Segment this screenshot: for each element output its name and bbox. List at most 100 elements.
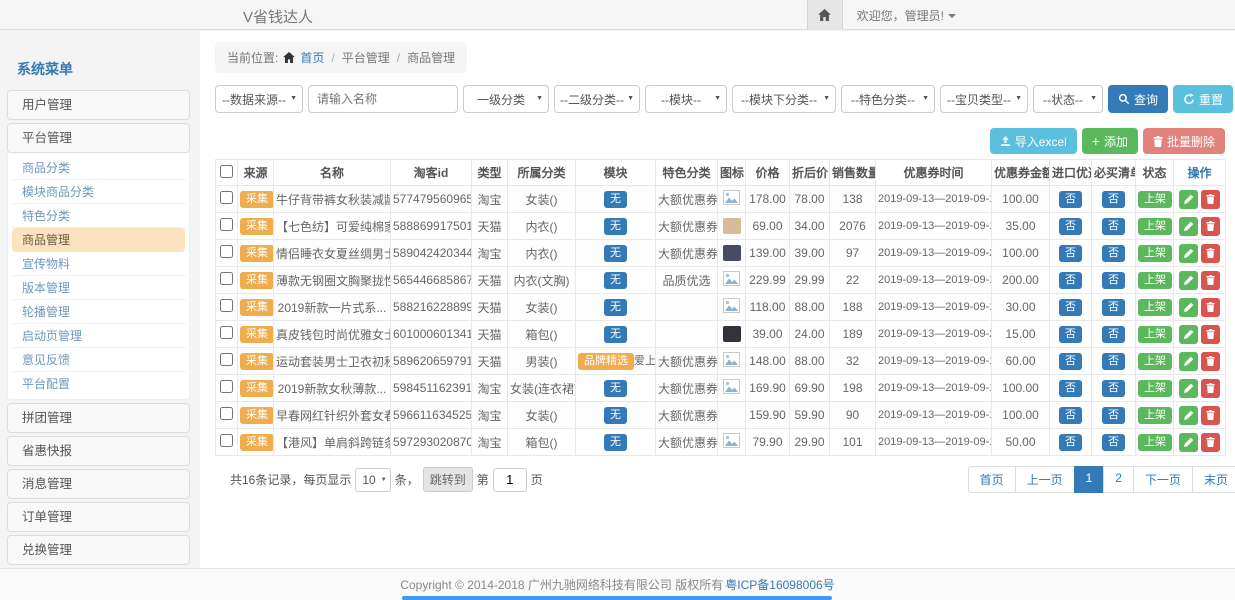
module-badge[interactable]: 无 (604, 191, 627, 208)
per-page-select[interactable]: 10▼ (355, 468, 390, 492)
delete-button[interactable] (1201, 379, 1220, 398)
must-buy-toggle[interactable]: 否 (1102, 407, 1125, 424)
module-badge[interactable]: 无 (604, 218, 627, 235)
page-button-2[interactable]: 2 (1103, 466, 1134, 493)
row-checkbox[interactable] (220, 326, 233, 339)
module-badge[interactable]: 无 (604, 326, 627, 343)
row-checkbox[interactable] (220, 380, 233, 393)
add-button[interactable]: + 添加 (1082, 128, 1138, 154)
edit-button[interactable] (1179, 406, 1198, 425)
data-source-select[interactable]: --数据来源--▼ (215, 85, 303, 113)
sidebar-group-消息管理[interactable]: 消息管理 (7, 469, 190, 499)
must-buy-toggle[interactable]: 否 (1102, 353, 1125, 370)
row-checkbox[interactable] (220, 245, 233, 258)
status-button[interactable]: 上架 (1138, 353, 1172, 370)
row-checkbox[interactable] (220, 299, 233, 312)
filter-select-2[interactable]: --二级分类--▼ (554, 85, 640, 113)
sidebar-item-启动页管理[interactable]: 启动页管理 (12, 324, 185, 348)
page-button-末页[interactable]: 末页 (1192, 466, 1235, 493)
edit-button[interactable] (1179, 271, 1198, 290)
filter-select-3[interactable]: --模块--▼ (645, 85, 727, 113)
import-select-toggle[interactable]: 否 (1059, 218, 1082, 235)
sidebar-item-特色分类[interactable]: 特色分类 (12, 204, 185, 228)
import-select-toggle[interactable]: 否 (1059, 245, 1082, 262)
edit-button[interactable] (1179, 298, 1198, 317)
edit-button[interactable] (1179, 325, 1198, 344)
sidebar-group-拼团管理[interactable]: 拼团管理 (7, 403, 190, 433)
module-badge[interactable]: 无 (604, 434, 627, 451)
module-badge[interactable]: 无 (604, 245, 627, 262)
row-checkbox[interactable] (220, 218, 233, 231)
import-select-toggle[interactable]: 否 (1059, 191, 1082, 208)
edit-button[interactable] (1179, 190, 1198, 209)
status-button[interactable]: 上架 (1138, 191, 1172, 208)
name-search-input[interactable] (308, 85, 458, 113)
must-buy-toggle[interactable]: 否 (1102, 272, 1125, 289)
status-button[interactable]: 上架 (1138, 299, 1172, 316)
import-select-toggle[interactable]: 否 (1059, 434, 1082, 451)
delete-button[interactable] (1201, 433, 1220, 452)
import-select-toggle[interactable]: 否 (1059, 299, 1082, 316)
sidebar-item-意见反馈[interactable]: 意见反馈 (12, 348, 185, 372)
sidebar-group-兑换管理[interactable]: 兑换管理 (7, 535, 190, 565)
row-checkbox[interactable] (220, 272, 233, 285)
breadcrumb-home-link[interactable]: 首页 (300, 49, 324, 66)
home-button[interactable] (807, 0, 843, 30)
must-buy-toggle[interactable]: 否 (1102, 245, 1125, 262)
delete-button[interactable] (1201, 271, 1220, 290)
must-buy-toggle[interactable]: 否 (1102, 326, 1125, 343)
delete-button[interactable] (1201, 244, 1220, 263)
search-button[interactable]: 查询 (1108, 85, 1168, 113)
filter-select-6[interactable]: --宝贝类型--▼ (940, 85, 1028, 113)
page-button-1[interactable]: 1 (1074, 466, 1105, 493)
edit-button[interactable] (1179, 352, 1198, 371)
icp-link[interactable]: 粤ICP备16098006号 (725, 576, 834, 593)
module-badge[interactable]: 无 (604, 299, 627, 316)
filter-select-1[interactable]: 一级分类▼ (463, 85, 549, 113)
sidebar-item-模块商品分类[interactable]: 模块商品分类 (12, 180, 185, 204)
row-checkbox[interactable] (220, 191, 233, 204)
page-button-下一页[interactable]: 下一页 (1133, 466, 1193, 493)
row-checkbox[interactable] (220, 353, 233, 366)
sidebar-group-订单管理[interactable]: 订单管理 (7, 502, 190, 532)
status-button[interactable]: 上架 (1138, 245, 1172, 262)
import-select-toggle[interactable]: 否 (1059, 326, 1082, 343)
sidebar-item-商品管理[interactable]: 商品管理 (12, 228, 185, 252)
delete-button[interactable] (1201, 406, 1220, 425)
bottom-scrollbar[interactable] (402, 596, 832, 600)
edit-button[interactable] (1179, 379, 1198, 398)
import-select-toggle[interactable]: 否 (1059, 380, 1082, 397)
filter-select-7[interactable]: --状态--▼ (1033, 85, 1103, 113)
batch-delete-button[interactable]: 批量删除 (1143, 128, 1225, 154)
page-button-上一页[interactable]: 上一页 (1015, 466, 1075, 493)
reset-button[interactable]: 重置 (1173, 85, 1233, 113)
module-badge[interactable]: 无 (604, 380, 627, 397)
status-button[interactable]: 上架 (1138, 380, 1172, 397)
edit-button[interactable] (1179, 244, 1198, 263)
import-excel-button[interactable]: 导入excel (990, 128, 1077, 154)
delete-button[interactable] (1201, 352, 1220, 371)
delete-button[interactable] (1201, 325, 1220, 344)
edit-button[interactable] (1179, 433, 1198, 452)
status-button[interactable]: 上架 (1138, 407, 1172, 424)
filter-select-4[interactable]: --模块下分类--▼ (732, 85, 836, 113)
module-badge[interactable]: 无 (604, 407, 627, 424)
sidebar-item-版本管理[interactable]: 版本管理 (12, 276, 185, 300)
import-select-toggle[interactable]: 否 (1059, 407, 1082, 424)
user-menu[interactable]: 欢迎您，管理员! (843, 7, 970, 24)
edit-button[interactable] (1179, 217, 1198, 236)
status-button[interactable]: 上架 (1138, 434, 1172, 451)
page-number-input[interactable] (493, 468, 527, 492)
status-button[interactable]: 上架 (1138, 272, 1172, 289)
import-select-toggle[interactable]: 否 (1059, 272, 1082, 289)
status-button[interactable]: 上架 (1138, 326, 1172, 343)
import-select-toggle[interactable]: 否 (1059, 353, 1082, 370)
sidebar-item-平台配置[interactable]: 平台配置 (12, 372, 185, 396)
must-buy-toggle[interactable]: 否 (1102, 218, 1125, 235)
module-badge[interactable]: 品牌精选 (578, 353, 634, 370)
row-checkbox[interactable] (220, 407, 233, 420)
must-buy-toggle[interactable]: 否 (1102, 191, 1125, 208)
sidebar-group-平台管理[interactable]: 平台管理 (7, 123, 190, 153)
must-buy-toggle[interactable]: 否 (1102, 299, 1125, 316)
must-buy-toggle[interactable]: 否 (1102, 434, 1125, 451)
